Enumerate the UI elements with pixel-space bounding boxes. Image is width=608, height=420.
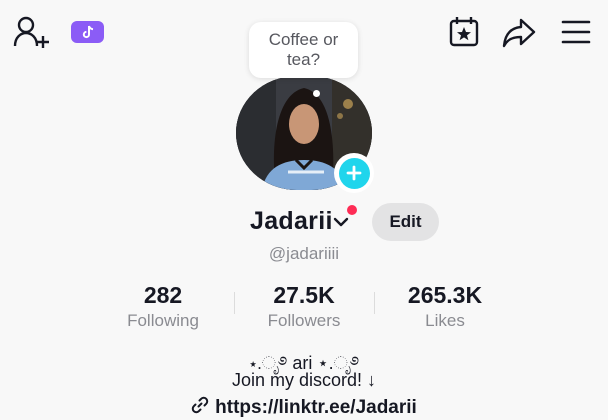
bio-link[interactable]: https://linktr.ee/Jadarii <box>0 396 608 420</box>
tiktok-promo-icon[interactable] <box>71 21 104 43</box>
bubble-tail <box>313 90 320 97</box>
notification-dot <box>347 205 357 215</box>
username: @jadariiii <box>268 244 340 263</box>
stat-value: 265.3K <box>407 282 483 308</box>
stat-likes[interactable]: 265.3K Likes <box>390 282 500 331</box>
stat-following[interactable]: 282 Following <box>114 282 212 331</box>
stat-label: Likes <box>425 311 465 330</box>
calendar-star-icon[interactable] <box>446 14 482 50</box>
display-name: Jadarii <box>250 207 333 235</box>
add-user-icon[interactable] <box>12 14 50 50</box>
stat-followers[interactable]: 27.5K Followers <box>254 282 354 331</box>
add-profile-photo-button[interactable] <box>334 153 374 193</box>
link-icon <box>191 396 209 420</box>
edit-profile-button[interactable]: Edit <box>372 203 439 241</box>
bubble-text-line2: tea? <box>286 50 321 69</box>
chevron-down-icon[interactable] <box>333 214 349 230</box>
stat-value: 282 <box>143 282 183 308</box>
menu-icon[interactable] <box>558 14 594 50</box>
stat-label: Followers <box>267 311 341 330</box>
stat-value: 27.5K <box>273 282 335 308</box>
stat-label: Following <box>127 311 199 330</box>
share-icon[interactable] <box>500 14 538 50</box>
bubble-text-line1: Coffee or <box>268 30 339 49</box>
stat-divider <box>234 292 235 314</box>
stat-divider <box>374 292 375 314</box>
profile-note-bubble[interactable]: Coffee or tea? <box>249 22 358 78</box>
bio-line: Join my discord! ↓ <box>231 370 377 390</box>
plus-icon <box>338 157 370 189</box>
